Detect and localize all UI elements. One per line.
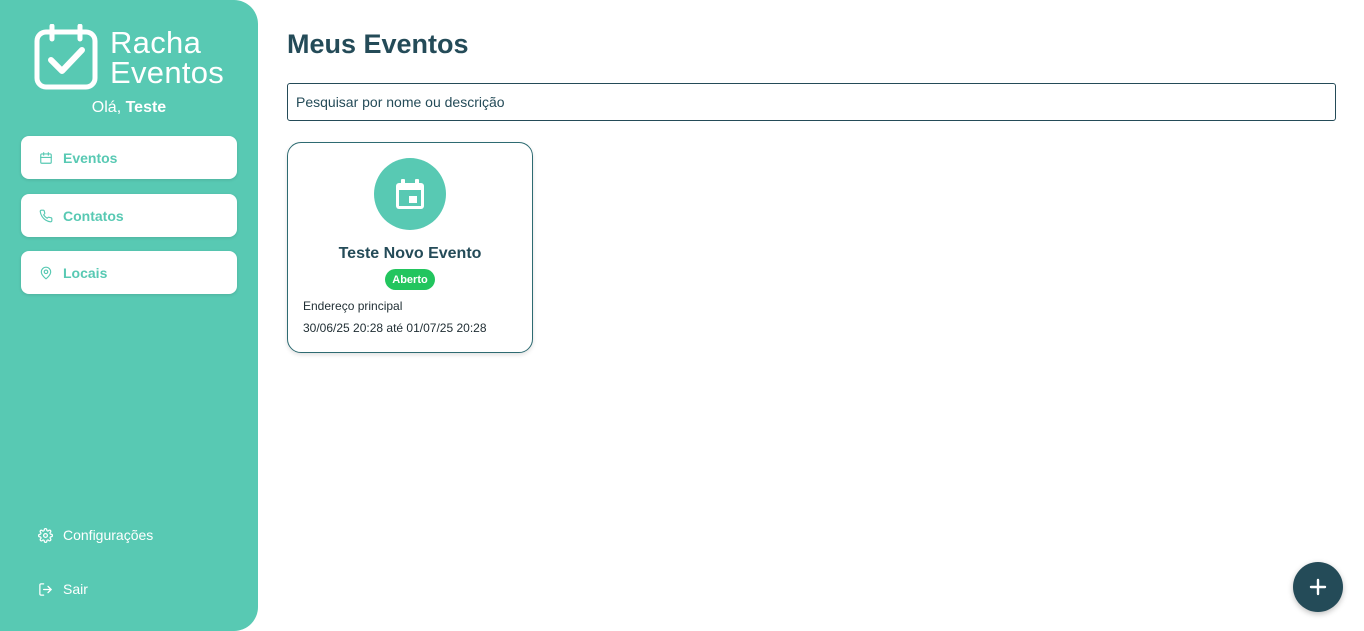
sidebar-item-label: Contatos <box>63 207 124 224</box>
gear-icon <box>38 527 53 543</box>
sidebar-item-label: Eventos <box>63 149 118 166</box>
logo-line-2: Eventos <box>110 55 225 90</box>
sidebar-item-eventos[interactable]: Eventos <box>21 136 237 179</box>
calendar-icon <box>39 151 53 165</box>
add-event-button[interactable] <box>1293 562 1343 612</box>
logout-label: Sair <box>63 581 88 597</box>
logo-line-1: Racha <box>110 25 202 60</box>
sidebar-item-locais[interactable]: Locais <box>21 251 237 294</box>
settings-label: Configurações <box>63 527 154 543</box>
event-avatar <box>374 158 446 230</box>
user-greeting: Olá, Teste <box>0 99 258 117</box>
sidebar-item-label: Locais <box>63 264 108 281</box>
map-pin-icon <box>39 266 53 280</box>
logo-text: Racha Eventos <box>110 25 225 90</box>
sidebar-item-contatos[interactable]: Contatos <box>21 194 237 237</box>
greeting-prefix: Olá, <box>91 99 122 116</box>
phone-icon <box>39 209 53 223</box>
event-title: Teste Novo Evento <box>338 245 482 262</box>
page-title: Meus Eventos <box>287 29 469 59</box>
app-logo: Racha Eventos <box>34 24 234 92</box>
settings-link[interactable]: Configurações <box>38 527 153 543</box>
logout-icon <box>38 582 53 597</box>
event-address: Endereço principal <box>303 299 403 313</box>
event-dates: 30/06/25 20:28 até 01/07/25 20:28 <box>303 321 487 335</box>
sidebar: Racha Eventos Olá, Teste Eventos Contato… <box>0 0 258 631</box>
user-name: Teste <box>125 99 167 116</box>
plus-icon <box>1309 578 1327 596</box>
calendar-icon <box>396 179 424 209</box>
event-card[interactable]: Teste Novo Evento Aberto Endereço princi… <box>287 142 533 353</box>
calendar-check-logo-icon <box>34 24 98 90</box>
search-input[interactable] <box>287 83 1336 121</box>
logout-link[interactable]: Sair <box>38 581 88 597</box>
status-badge: Aberto <box>385 269 435 290</box>
